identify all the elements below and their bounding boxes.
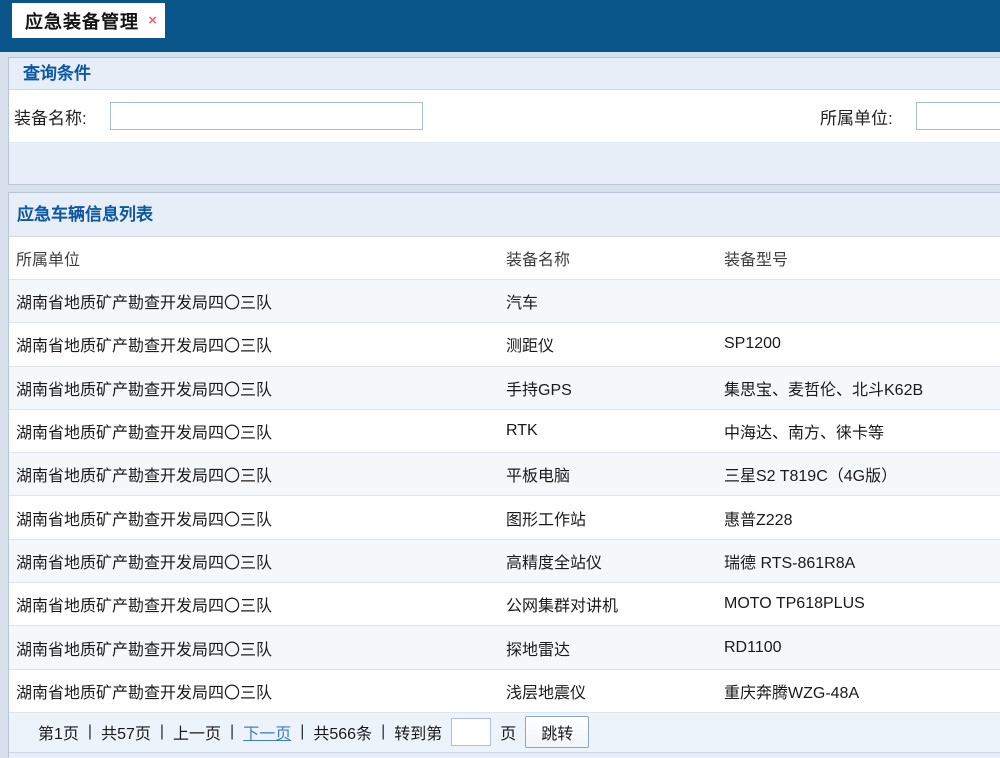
column-header-model: 装备型号 bbox=[724, 246, 1000, 270]
cell-name: RTK bbox=[506, 422, 724, 440]
table-row: 湖南省地质矿产勘查开发局四〇三队 探地雷达 RD1100 bbox=[9, 626, 1000, 669]
cell-name: 图形工作站 bbox=[506, 506, 724, 530]
cell-unit: 湖南省地质矿产勘查开发局四〇三队 bbox=[9, 419, 506, 443]
cell-unit: 湖南省地质矿产勘查开发局四〇三队 bbox=[9, 376, 506, 400]
cell-model: RD1100 bbox=[724, 639, 1000, 657]
query-panel-title: 查询条件 bbox=[9, 58, 1000, 90]
total-records: 共566条 bbox=[313, 720, 372, 744]
cell-name: 汽车 bbox=[506, 289, 724, 313]
equipment-name-label: 装备名称: bbox=[14, 104, 106, 129]
query-fields-row: 装备名称: 所属单位: bbox=[9, 90, 1000, 143]
current-page: 第1页 bbox=[38, 720, 79, 744]
separator: | bbox=[230, 723, 234, 741]
close-icon[interactable]: × bbox=[148, 13, 157, 28]
owner-unit-field: 所属单位: bbox=[820, 90, 1000, 142]
cell-model: SP1200 bbox=[724, 335, 1000, 353]
cell-model: 惠普Z228 bbox=[724, 506, 1000, 530]
cell-unit: 湖南省地质矿产勘查开发局四〇三队 bbox=[9, 636, 506, 660]
page-suffix: 页 bbox=[500, 720, 516, 744]
list-panel: 应急车辆信息列表 所属单位 装备名称 装备型号 湖南省地质矿产勘查开发局四〇三队… bbox=[8, 192, 1000, 758]
cell-model: 三星S2 T819C（4G版） bbox=[724, 462, 1000, 486]
table-header-row: 所属单位 装备名称 装备型号 bbox=[9, 237, 1000, 280]
separator: | bbox=[300, 723, 304, 741]
table-row: 湖南省地质矿产勘查开发局四〇三队 浅层地震仪 重庆奔腾WZG-48A bbox=[9, 670, 1000, 713]
cell-name: 探地雷达 bbox=[506, 636, 724, 660]
column-header-unit: 所属单位 bbox=[9, 246, 506, 270]
cell-unit: 湖南省地质矿产勘查开发局四〇三队 bbox=[9, 462, 506, 486]
pagination-bar: 第1页 | 共57页 | 上一页 | 下一页 | 共566条 | 转到第 页 跳… bbox=[9, 713, 1000, 753]
cell-model: 重庆奔腾WZG-48A bbox=[724, 679, 1000, 703]
separator: | bbox=[381, 723, 385, 741]
cell-unit: 湖南省地质矿产勘查开发局四〇三队 bbox=[9, 592, 506, 616]
table-row: 湖南省地质矿产勘查开发局四〇三队 高精度全站仪 瑞德 RTS-861R8A bbox=[9, 540, 1000, 583]
cell-name: 测距仪 bbox=[506, 332, 724, 356]
separator: | bbox=[88, 723, 92, 741]
table-row: 湖南省地质矿产勘查开发局四〇三队 公网集群对讲机 MOTO TP618PLUS bbox=[9, 583, 1000, 626]
goto-page-input[interactable] bbox=[451, 718, 491, 746]
separator: | bbox=[160, 723, 164, 741]
cell-name: 公网集群对讲机 bbox=[506, 592, 724, 616]
owner-unit-input[interactable] bbox=[916, 102, 1000, 130]
table-row: 湖南省地质矿产勘查开发局四〇三队 汽车 bbox=[9, 280, 1000, 323]
cell-unit: 湖南省地质矿产勘查开发局四〇三队 bbox=[9, 549, 506, 573]
table-row: 湖南省地质矿产勘查开发局四〇三队 平板电脑 三星S2 T819C（4G版） bbox=[9, 453, 1000, 496]
cell-model: 瑞德 RTS-861R8A bbox=[724, 549, 1000, 573]
list-panel-title: 应急车辆信息列表 bbox=[9, 193, 1000, 237]
jump-button[interactable]: 跳转 bbox=[525, 716, 589, 748]
cell-model: 中海达、南方、徕卡等 bbox=[724, 419, 1000, 443]
table-body: 湖南省地质矿产勘查开发局四〇三队 汽车 湖南省地质矿产勘查开发局四〇三队 测距仪… bbox=[9, 280, 1000, 713]
table-row: 湖南省地质矿产勘查开发局四〇三队 手持GPS 集思宝、麦哲伦、北斗K62B bbox=[9, 367, 1000, 410]
cell-unit: 湖南省地质矿产勘查开发局四〇三队 bbox=[9, 332, 506, 356]
equipment-name-field: 装备名称: bbox=[14, 90, 423, 142]
tab-emergency-equipment[interactable]: 应急装备管理 × bbox=[12, 3, 165, 38]
cell-unit: 湖南省地质矿产勘查开发局四〇三队 bbox=[9, 679, 506, 703]
cell-model: 集思宝、麦哲伦、北斗K62B bbox=[724, 376, 1000, 400]
cell-name: 平板电脑 bbox=[506, 462, 724, 486]
query-panel: 查询条件 装备名称: 所属单位: bbox=[8, 57, 1000, 185]
cell-name: 高精度全站仪 bbox=[506, 549, 724, 573]
table-row: 湖南省地质矿产勘查开发局四〇三队 图形工作站 惠普Z228 bbox=[9, 496, 1000, 539]
equipment-name-input[interactable] bbox=[110, 102, 423, 130]
total-pages: 共57页 bbox=[101, 720, 151, 744]
cell-model: MOTO TP618PLUS bbox=[724, 595, 1000, 613]
cell-unit: 湖南省地质矿产勘查开发局四〇三队 bbox=[9, 289, 506, 313]
app-window: 应急装备管理 × 查询条件 装备名称: 所属单位: 应急车辆信息列表 所属单位 … bbox=[0, 0, 1000, 758]
table-row: 湖南省地质矿产勘查开发局四〇三队 RTK 中海达、南方、徕卡等 bbox=[9, 410, 1000, 453]
goto-label: 转到第 bbox=[394, 720, 442, 744]
tab-bar: 应急装备管理 × bbox=[0, 0, 1000, 52]
cell-unit: 湖南省地质矿产勘查开发局四〇三队 bbox=[9, 506, 506, 530]
tab-title: 应急装备管理 bbox=[25, 8, 139, 34]
column-header-name: 装备名称 bbox=[506, 246, 724, 270]
prev-page-link[interactable]: 上一页 bbox=[173, 720, 221, 744]
table-row: 湖南省地质矿产勘查开发局四〇三队 测距仪 SP1200 bbox=[9, 323, 1000, 366]
cell-name: 浅层地震仪 bbox=[506, 679, 724, 703]
next-page-link[interactable]: 下一页 bbox=[243, 720, 291, 744]
cell-name: 手持GPS bbox=[506, 376, 724, 400]
owner-unit-label: 所属单位: bbox=[820, 104, 912, 129]
